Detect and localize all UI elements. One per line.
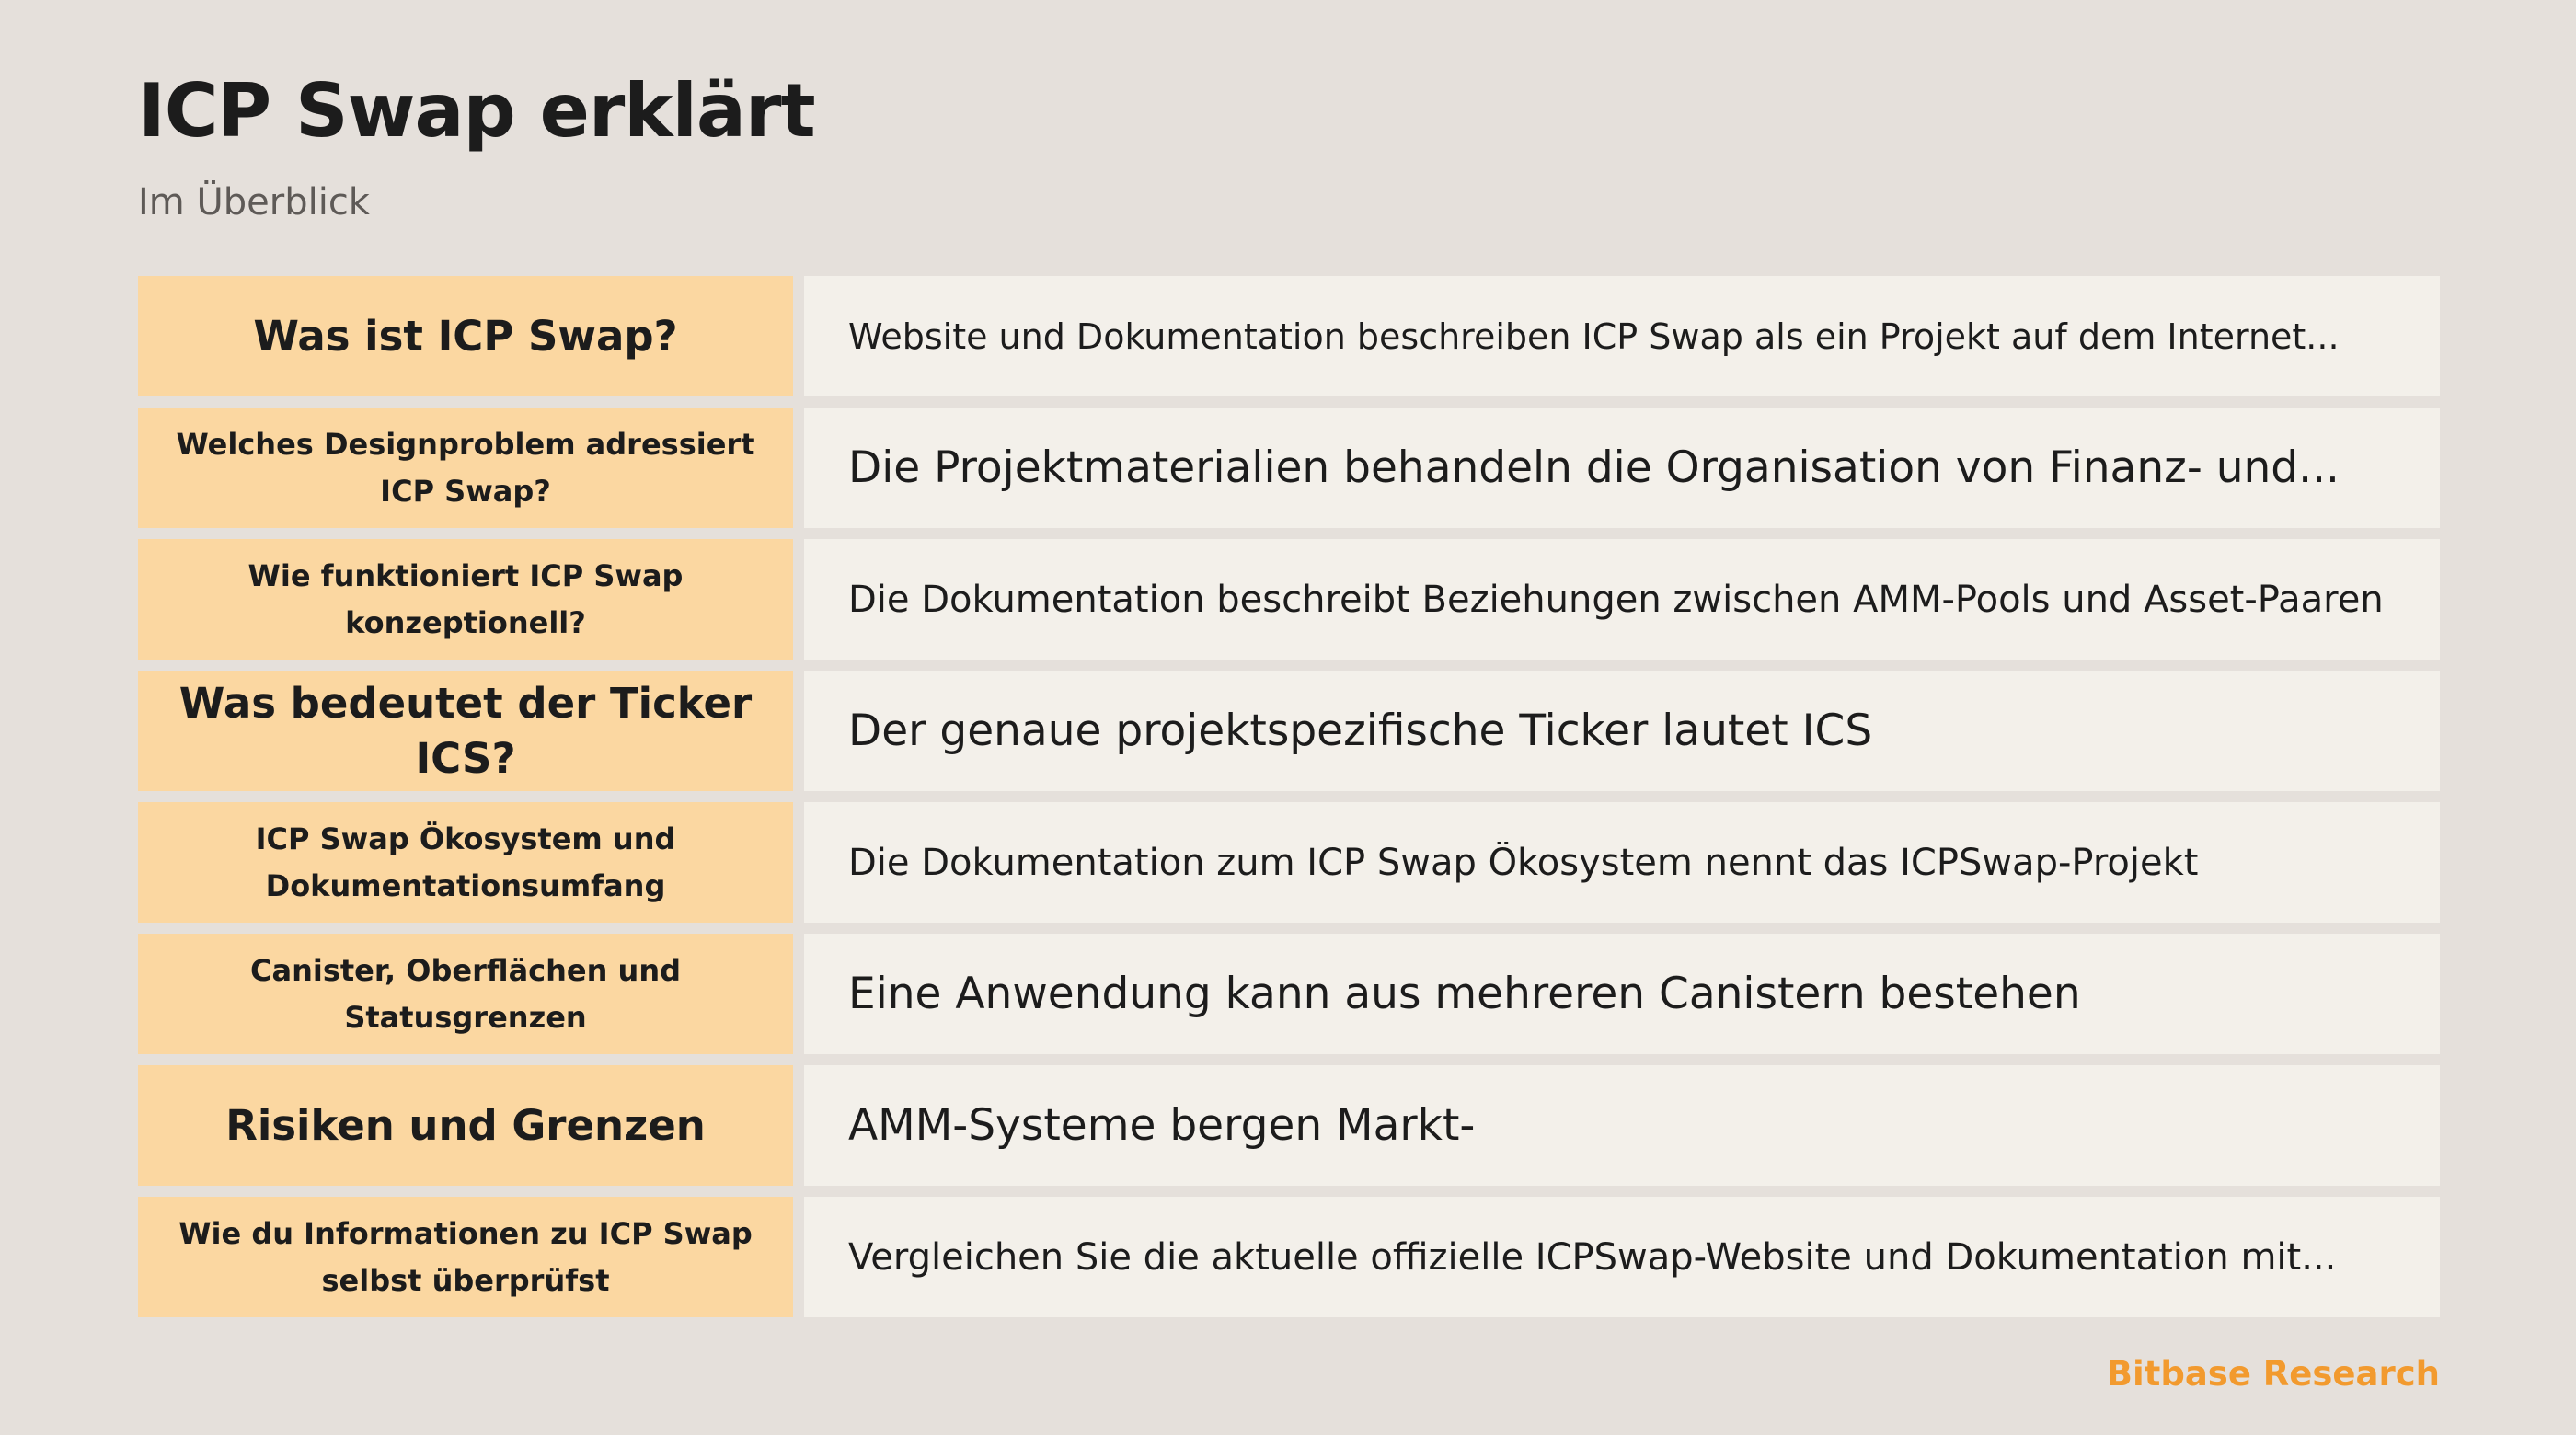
answer-cell: AMM-Systeme bergen Markt- bbox=[804, 1065, 2440, 1186]
table-row: Risiken und Grenzen AMM-Systeme bergen M… bbox=[138, 1065, 2440, 1186]
answer-cell: Website und Dokumentation beschreiben IC… bbox=[804, 276, 2440, 396]
answer-text: Eine Anwendung kann aus mehreren Caniste… bbox=[848, 969, 2081, 1019]
question-cell: Was ist ICP Swap? bbox=[138, 276, 793, 396]
table-row: Wie du Informationen zu ICP Swap selbst … bbox=[138, 1197, 2440, 1317]
question-cell: Welches Designproblem adressiert ICP Swa… bbox=[138, 408, 793, 528]
question-cell: Was bedeutet der Ticker ICS? bbox=[138, 671, 793, 791]
faq-table: Was ist ICP Swap? Website und Dokumentat… bbox=[138, 276, 2440, 1328]
page-subtitle: Im Überblick bbox=[138, 181, 370, 224]
answer-text: Website und Dokumentation beschreiben IC… bbox=[848, 316, 2340, 357]
answer-cell: Die Dokumentation beschreibt Beziehungen… bbox=[804, 539, 2440, 660]
answer-cell: Vergleichen Sie die aktuelle offizielle … bbox=[804, 1197, 2440, 1317]
answer-text: Die Projektmaterialien behandeln die Org… bbox=[848, 442, 2340, 493]
question-cell: ICP Swap Ökosystem und Dokumentationsumf… bbox=[138, 802, 793, 923]
brand-label: Bitbase Research bbox=[2106, 1354, 2440, 1394]
slide: ICP Swap erklärt Im Überblick Was ist IC… bbox=[138, 0, 2440, 1435]
table-row: Was ist ICP Swap? Website und Dokumentat… bbox=[138, 276, 2440, 396]
answer-text: Die Dokumentation zum ICP Swap Ökosystem… bbox=[848, 841, 2199, 884]
answer-cell: Die Projektmaterialien behandeln die Org… bbox=[804, 408, 2440, 528]
answer-text: Vergleichen Sie die aktuelle offizielle … bbox=[848, 1235, 2337, 1279]
page-title: ICP Swap erklärt bbox=[138, 68, 816, 154]
question-cell: Wie funktioniert ICP Swap konzeptionell? bbox=[138, 539, 793, 660]
table-row: Was bedeutet der Ticker ICS? Der genaue … bbox=[138, 671, 2440, 791]
answer-cell: Die Dokumentation zum ICP Swap Ökosystem… bbox=[804, 802, 2440, 923]
question-cell: Risiken und Grenzen bbox=[138, 1065, 793, 1186]
question-cell: Wie du Informationen zu ICP Swap selbst … bbox=[138, 1197, 793, 1317]
table-row: Welches Designproblem adressiert ICP Swa… bbox=[138, 408, 2440, 528]
question-cell: Canister, Oberflächen und Statusgrenzen bbox=[138, 934, 793, 1054]
answer-text: Der genaue projektspezifische Ticker lau… bbox=[848, 706, 1873, 756]
table-row: ICP Swap Ökosystem und Dokumentationsumf… bbox=[138, 802, 2440, 923]
answer-text: Die Dokumentation beschreibt Beziehungen… bbox=[848, 578, 2384, 621]
answer-cell: Eine Anwendung kann aus mehreren Caniste… bbox=[804, 934, 2440, 1054]
answer-text: AMM-Systeme bergen Markt- bbox=[848, 1100, 1476, 1151]
table-row: Canister, Oberflächen und Statusgrenzen … bbox=[138, 934, 2440, 1054]
answer-cell: Der genaue projektspezifische Ticker lau… bbox=[804, 671, 2440, 791]
table-row: Wie funktioniert ICP Swap konzeptionell?… bbox=[138, 539, 2440, 660]
